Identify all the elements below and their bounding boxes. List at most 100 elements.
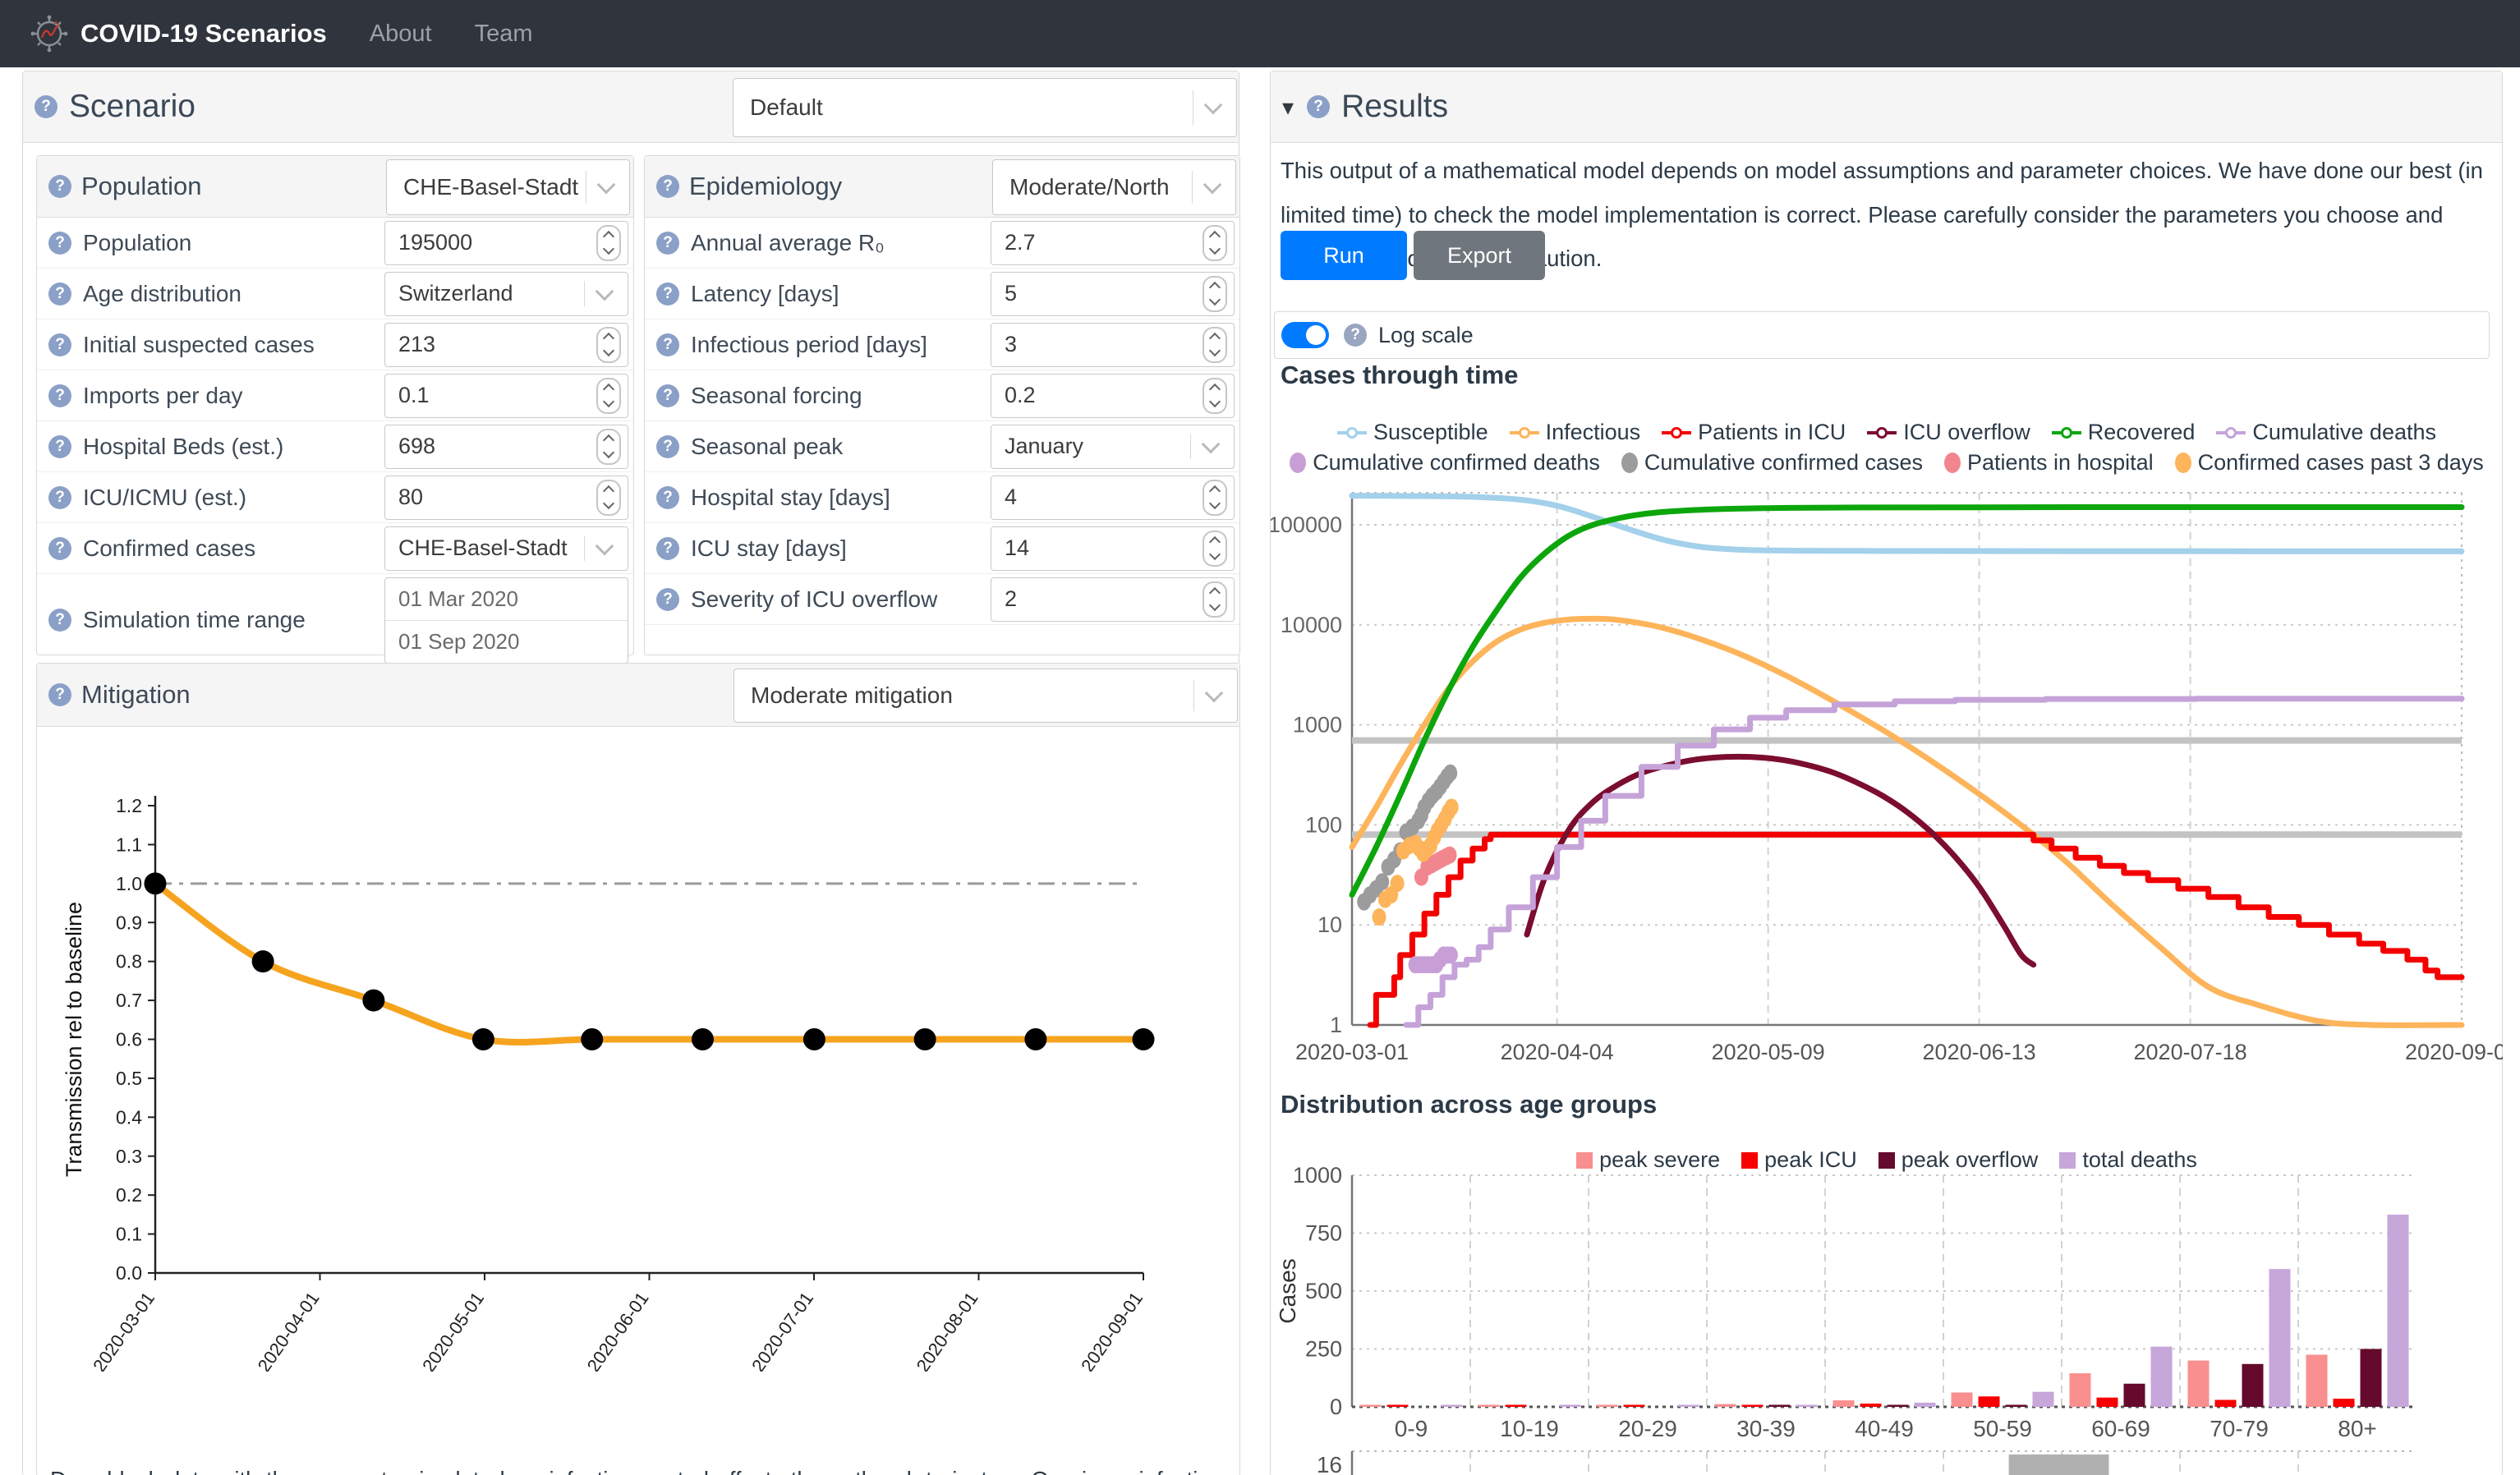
stepper-icon[interactable] (1203, 225, 1227, 261)
step-down-icon[interactable] (603, 498, 614, 509)
number-input[interactable]: 2.7 (991, 221, 1235, 265)
step-down-icon[interactable] (1209, 549, 1221, 560)
scenario-preset-select[interactable]: Default (733, 78, 1237, 137)
population-help-icon[interactable]: ? (48, 175, 71, 198)
stepper-icon[interactable] (1203, 581, 1227, 618)
field-help-icon[interactable]: ? (48, 435, 71, 458)
scenario-help-icon[interactable]: ? (34, 95, 57, 118)
run-button[interactable]: Run (1281, 231, 1407, 280)
number-input[interactable]: 0.1 (384, 374, 628, 418)
date-start[interactable]: 01 Mar 2020 (385, 578, 628, 620)
mitigation-drag-dot[interactable] (145, 872, 167, 894)
epidemiology-help-icon[interactable]: ? (656, 175, 679, 198)
step-up-icon[interactable] (1209, 587, 1221, 599)
field-help-icon[interactable]: ? (48, 283, 71, 306)
legend-item[interactable]: Cumulative deaths (2216, 420, 2436, 445)
virus-logo-icon[interactable] (30, 14, 69, 53)
step-down-icon[interactable] (1209, 498, 1221, 509)
number-input[interactable]: 0.2 (991, 374, 1235, 418)
step-down-icon[interactable] (1209, 294, 1221, 306)
field-help-icon[interactable]: ? (48, 486, 71, 509)
legend-item[interactable]: Recovered (2052, 420, 2196, 445)
legend-item[interactable]: Susceptible (1337, 420, 1488, 445)
mitigation-drag-dot[interactable] (803, 1028, 825, 1050)
field-help-icon[interactable]: ? (48, 232, 71, 255)
stepper-icon[interactable] (1203, 378, 1227, 414)
legend-item[interactable]: ICU overflow (1867, 420, 2030, 445)
mitigation-drag-dot[interactable] (1024, 1028, 1046, 1050)
mitigation-preset-select[interactable]: Moderate mitigation (733, 669, 1238, 723)
stepper-icon[interactable] (1203, 327, 1227, 363)
step-up-icon[interactable] (1209, 333, 1221, 344)
mitigation-drag-dot[interactable] (1133, 1028, 1155, 1050)
step-up-icon[interactable] (603, 333, 614, 344)
stepper-icon[interactable] (596, 429, 621, 465)
stepper-icon[interactable] (596, 327, 621, 363)
number-input[interactable]: 4 (991, 476, 1235, 520)
field-help-icon[interactable]: ? (48, 537, 71, 560)
step-down-icon[interactable] (1209, 243, 1221, 255)
nav-link-team[interactable]: Team (475, 21, 533, 48)
stepper-icon[interactable] (596, 480, 621, 516)
log-scale-help-icon[interactable]: ? (1344, 324, 1367, 347)
number-input[interactable]: 213 (384, 323, 628, 367)
number-input[interactable]: 14 (991, 526, 1235, 571)
field-help-icon[interactable]: ? (656, 486, 679, 509)
step-down-icon[interactable] (603, 243, 614, 255)
mitigation-drag-dot[interactable] (581, 1028, 603, 1050)
mitigation-chart[interactable]: 0.00.10.20.30.40.50.60.70.80.91.01.11.22… (53, 739, 1253, 1372)
field-help-icon[interactable]: ? (656, 435, 679, 458)
stepper-icon[interactable] (1203, 531, 1227, 567)
number-input[interactable]: 2 (991, 577, 1235, 622)
date-end[interactable]: 01 Sep 2020 (385, 620, 628, 663)
step-up-icon[interactable] (1209, 231, 1221, 242)
step-down-icon[interactable] (1209, 345, 1221, 356)
step-up-icon[interactable] (603, 434, 614, 446)
field-select[interactable]: CHE-Basel-Stadt (384, 526, 628, 571)
step-up-icon[interactable] (1209, 536, 1221, 548)
field-help-icon[interactable]: ? (656, 537, 679, 560)
export-button[interactable]: Export (1414, 231, 1545, 280)
field-help-icon[interactable]: ? (656, 588, 679, 611)
step-down-icon[interactable] (1209, 396, 1221, 407)
nav-link-about[interactable]: About (370, 21, 432, 48)
number-input[interactable]: 80 (384, 476, 628, 520)
collapse-caret-icon[interactable]: ▾ (1282, 94, 1294, 121)
field-help-icon[interactable]: ? (48, 384, 71, 407)
step-down-icon[interactable] (603, 396, 614, 407)
field-help-icon[interactable]: ? (656, 283, 679, 306)
number-input[interactable]: 195000 (384, 221, 628, 265)
date-range-input[interactable]: 01 Mar 202001 Sep 2020 (384, 577, 628, 664)
step-up-icon[interactable] (1209, 485, 1221, 497)
mitigation-drag-dot[interactable] (472, 1028, 494, 1050)
legend-item[interactable]: Patients in ICU (1662, 420, 1846, 445)
log-scale-toggle[interactable] (1281, 322, 1329, 348)
mitigation-help-icon[interactable]: ? (48, 683, 71, 706)
step-up-icon[interactable] (603, 485, 614, 497)
step-up-icon[interactable] (1209, 282, 1221, 293)
field-select[interactable]: January (991, 425, 1235, 469)
number-input[interactable]: 3 (991, 323, 1235, 367)
field-help-icon[interactable]: ? (656, 384, 679, 407)
field-select[interactable]: Switzerland (384, 272, 628, 316)
step-down-icon[interactable] (1209, 600, 1221, 611)
step-down-icon[interactable] (603, 447, 614, 458)
field-help-icon[interactable]: ? (656, 333, 679, 356)
mitigation-drag-dot[interactable] (252, 950, 274, 972)
number-input[interactable]: 5 (991, 272, 1235, 316)
mitigation-drag-dot[interactable] (914, 1028, 936, 1050)
stepper-icon[interactable] (596, 378, 621, 414)
step-up-icon[interactable] (603, 231, 614, 242)
age-distribution-chart[interactable]: 02505007501000Cases0-910-1920-2930-3940-… (1271, 1164, 2503, 1446)
results-help-icon[interactable]: ? (1307, 95, 1330, 118)
step-up-icon[interactable] (1209, 384, 1221, 395)
stepper-icon[interactable] (1203, 276, 1227, 312)
mitigation-drag-dot[interactable] (692, 1028, 714, 1050)
epidemiology-preset-select[interactable]: Moderate/North (992, 159, 1236, 215)
step-down-icon[interactable] (603, 345, 614, 356)
mitigation-drag-dot[interactable] (362, 990, 384, 1012)
field-help-icon[interactable]: ? (48, 333, 71, 356)
field-help-icon[interactable]: ? (656, 232, 679, 255)
field-help-icon[interactable]: ? (48, 609, 71, 632)
number-input[interactable]: 698 (384, 425, 628, 469)
